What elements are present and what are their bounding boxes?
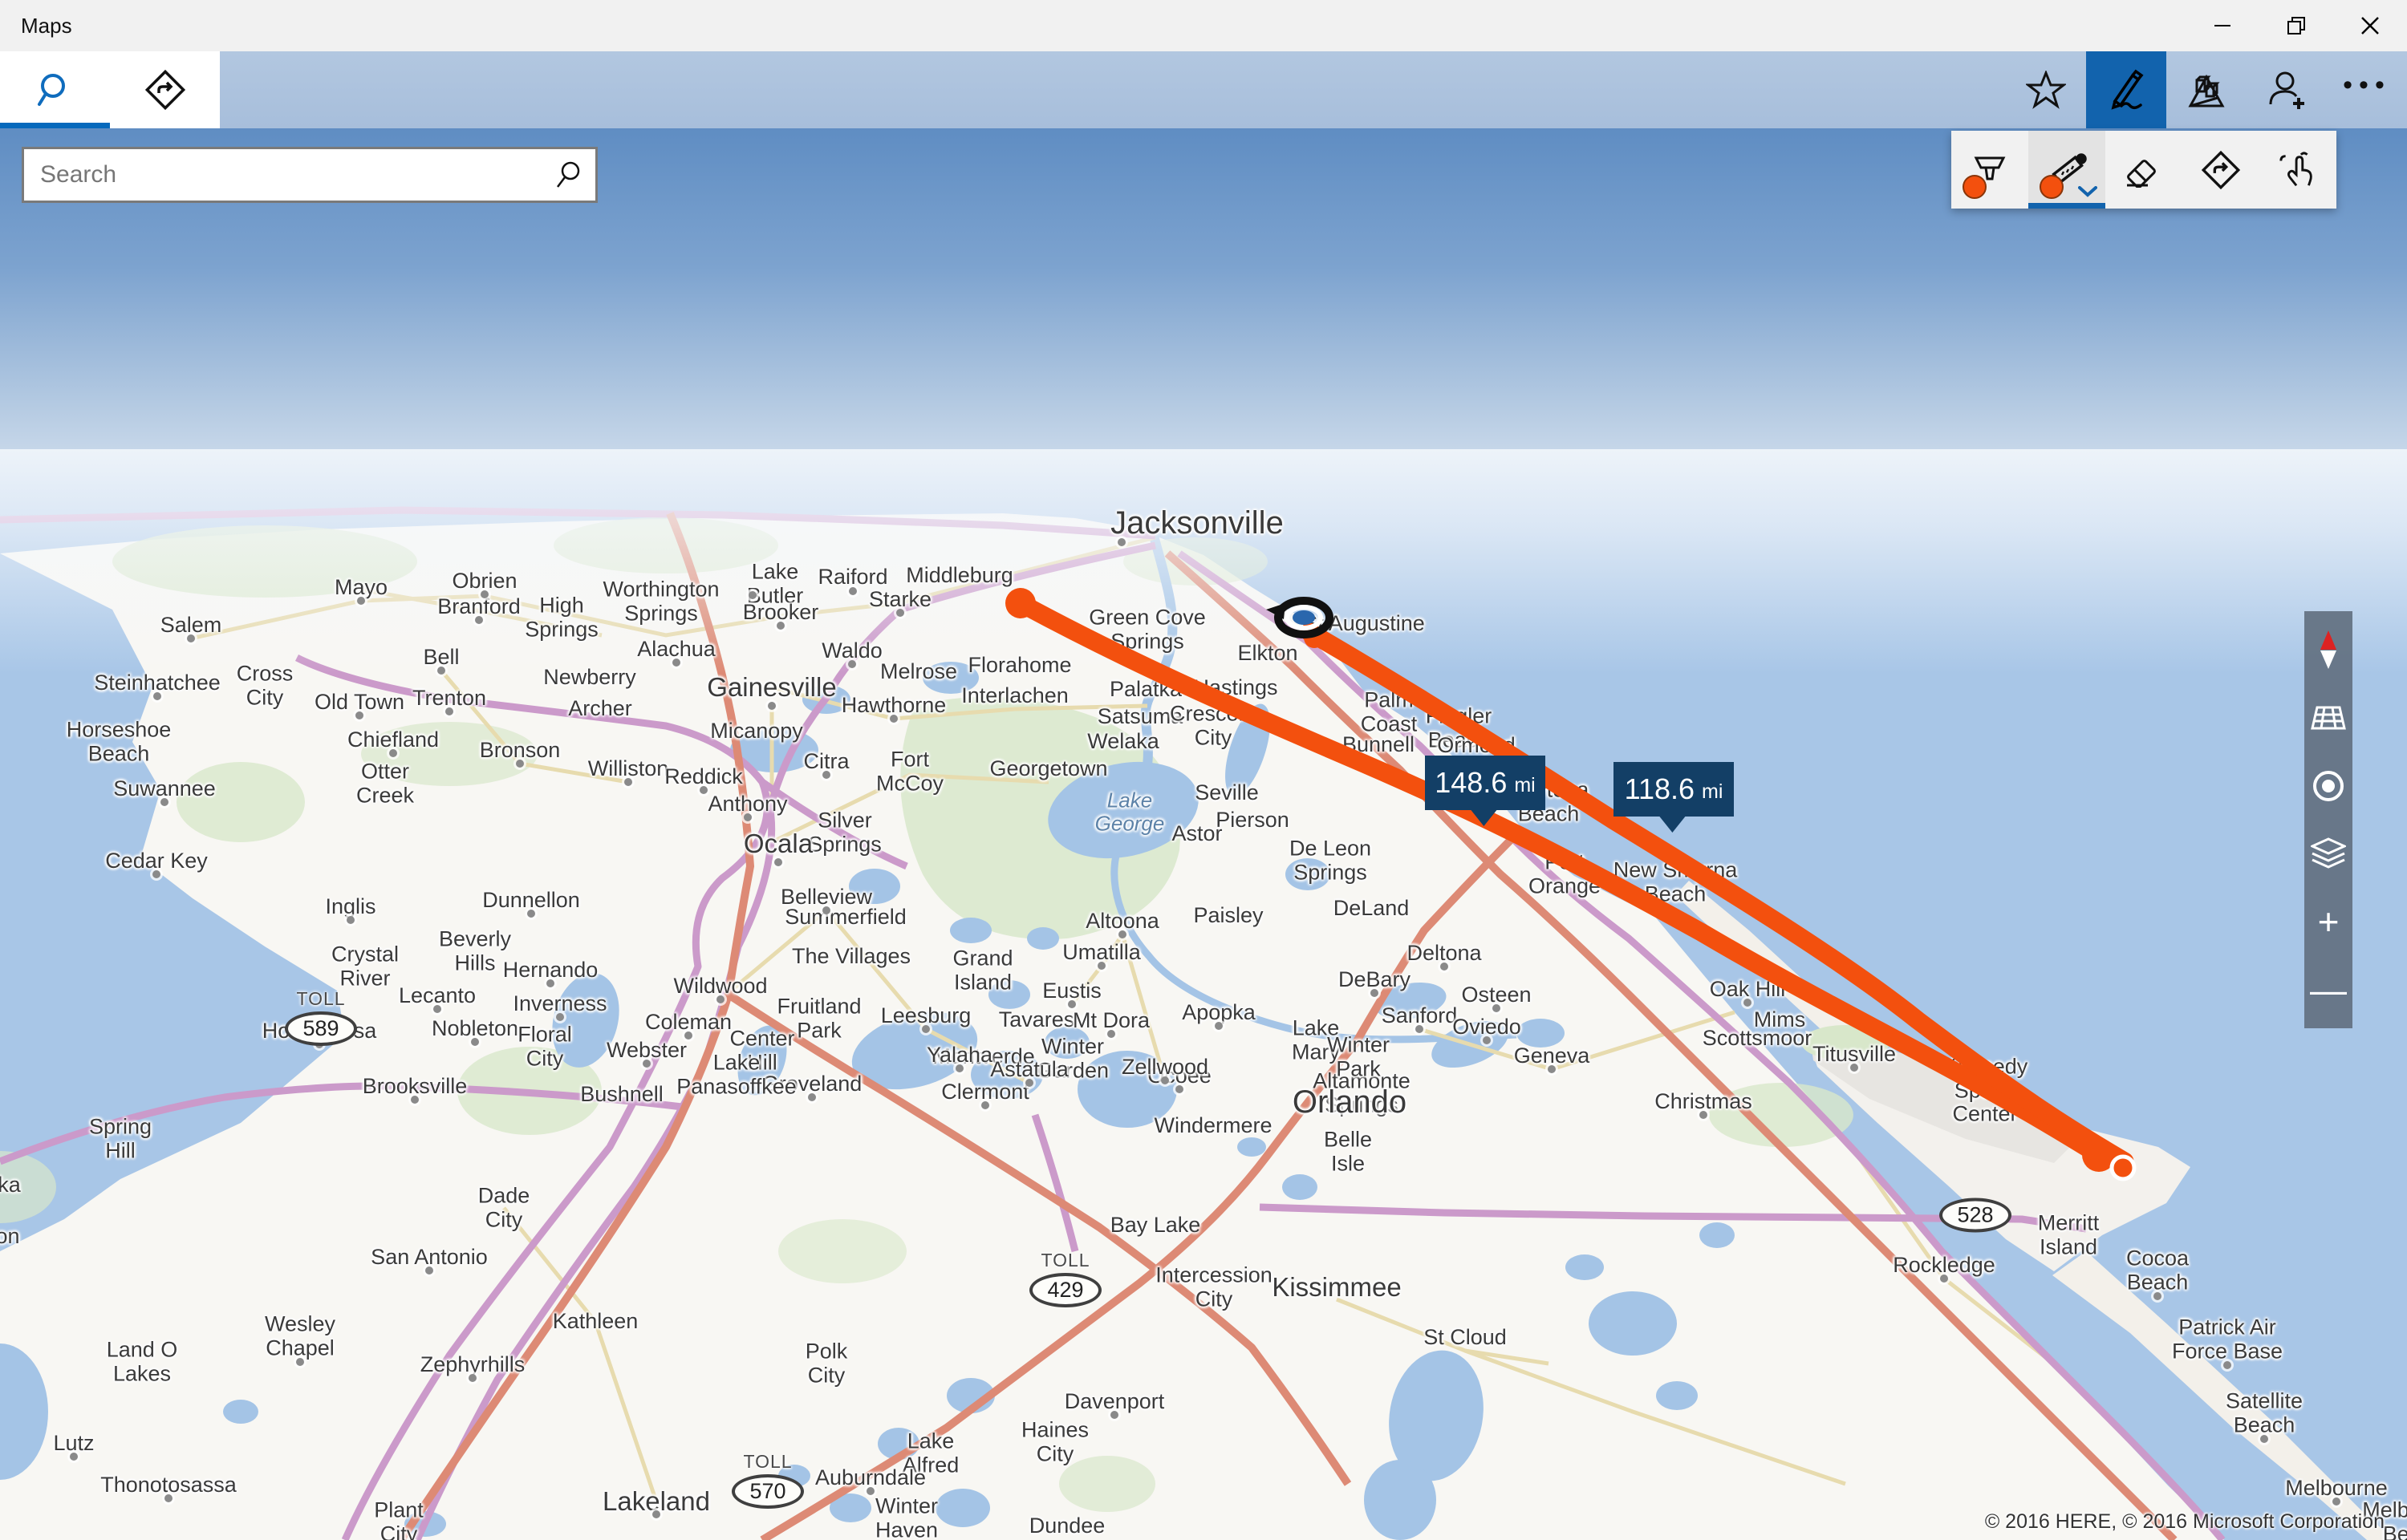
favorites-button[interactable] [2006, 51, 2086, 128]
ink-start-point-1 [1005, 588, 1036, 618]
windows-ink-button[interactable] [2086, 51, 2166, 128]
zoom-in-button[interactable]: + [2304, 894, 2352, 950]
map-views-button[interactable] [2304, 825, 2352, 881]
ink-line-148 [1021, 603, 2099, 1155]
search-input[interactable] [39, 160, 555, 189]
compass-button[interactable] [2304, 622, 2352, 678]
minimize-button[interactable] [2186, 0, 2259, 51]
tilt-view-button[interactable] [2304, 690, 2352, 746]
app-title: Maps [21, 14, 72, 38]
distance-unit: mi [1514, 774, 1535, 797]
restore-button[interactable] [2259, 0, 2333, 51]
tab-search[interactable] [0, 51, 110, 128]
touch-writing-tool[interactable] [2259, 131, 2336, 209]
ink-toolbar [1951, 131, 2336, 209]
left-tab-bar [0, 51, 220, 128]
measure-anchor-marker [1266, 601, 1329, 634]
map-copyright: © 2016 HERE, © 2016 Microsoft Corporatio… [1985, 1510, 2385, 1534]
3d-cities-button[interactable] [2166, 51, 2247, 128]
ink-end-point-ring [2112, 1157, 2134, 1179]
current-location-button[interactable] [2304, 758, 2352, 814]
maps-app-window: JacksonvilleLake ButlerRaifordMiddleburg… [0, 0, 2407, 1540]
map-control-bar: + — [2304, 611, 2352, 1028]
distance-unit: mi [1702, 780, 1723, 804]
distance-badge-148: 148.6 mi [1425, 756, 1545, 810]
ink-annotations [0, 0, 2407, 1540]
chevron-down-icon[interactable] [2078, 186, 2097, 197]
ink-strokes [1021, 603, 2125, 1161]
tab-directions[interactable] [110, 51, 220, 128]
top-toolbar: ••• [2006, 51, 2407, 128]
people-button[interactable] [2247, 51, 2327, 128]
pen-color-dot [1963, 175, 1987, 199]
measure-color-dot [2040, 175, 2064, 199]
search-icon[interactable] [555, 160, 582, 189]
eraser-tool[interactable] [2105, 131, 2182, 209]
measure-tool[interactable] [2028, 131, 2105, 209]
ballpoint-pen-tool[interactable] [1951, 131, 2028, 209]
title-bar[interactable]: Maps [0, 0, 2407, 51]
distance-badge-118: 118.6 mi [1613, 762, 1734, 817]
ink-directions-tool[interactable] [2182, 131, 2259, 209]
search-box [22, 147, 598, 203]
see-more-button[interactable]: ••• [2327, 51, 2407, 128]
distance-value: 118.6 [1625, 772, 1695, 806]
zoom-out-button[interactable]: — [2304, 962, 2352, 1018]
distance-value: 148.6 [1435, 766, 1507, 800]
ink-line-118 [1309, 632, 2125, 1161]
close-button[interactable] [2333, 0, 2407, 51]
